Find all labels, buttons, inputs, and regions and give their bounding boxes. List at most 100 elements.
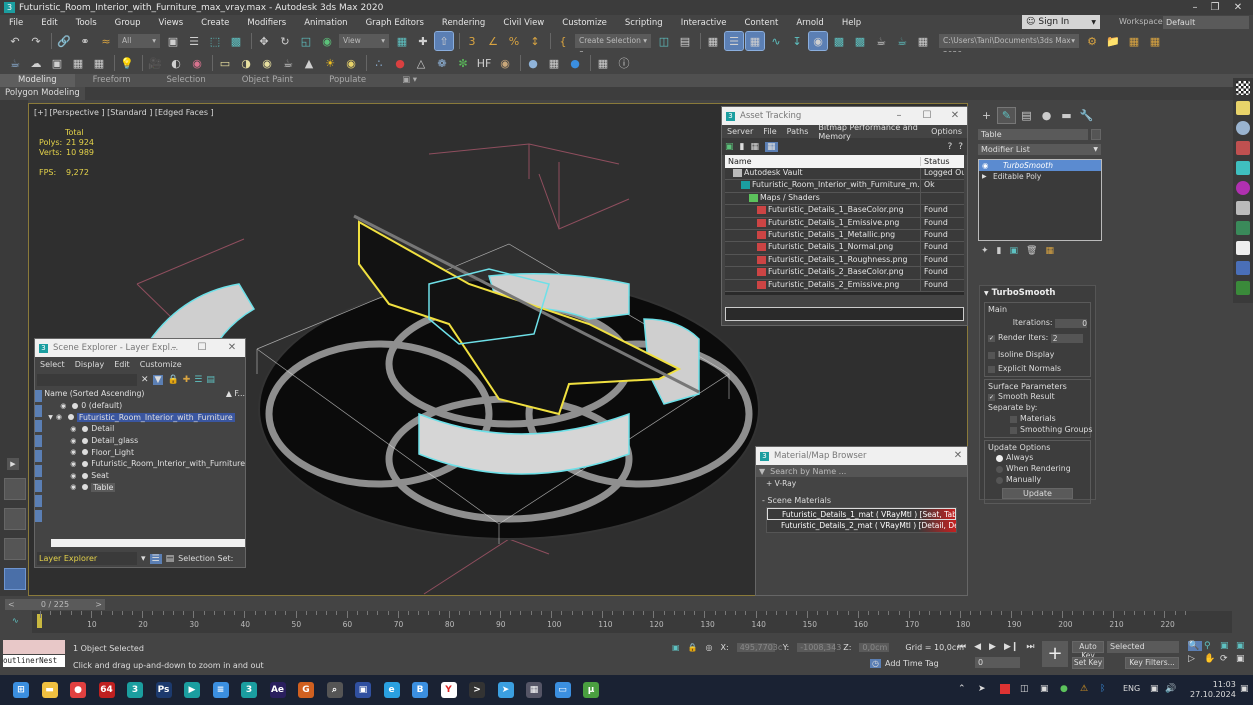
project-folder-icon[interactable]: 📁 bbox=[1104, 32, 1122, 50]
visibility-eye-icon[interactable]: ◉ bbox=[70, 460, 79, 468]
spinner-snap-icon[interactable]: ↕ bbox=[526, 32, 544, 50]
select-by-name-icon[interactable]: ☰ bbox=[185, 32, 203, 50]
network-icon[interactable]: ▣ bbox=[1150, 684, 1159, 694]
vray-fur-grass-icon[interactable]: ✼ bbox=[454, 54, 472, 72]
ref-coord-dropdown[interactable]: View ▾ bbox=[339, 34, 389, 48]
menu-help[interactable]: Help bbox=[833, 18, 870, 28]
vray-ambient-light-icon[interactable]: ◉ bbox=[342, 54, 360, 72]
taskbar-app-notepad-icon[interactable]: ≡ bbox=[212, 682, 229, 698]
asset-row[interactable]: Autodesk Vault Logged Ou bbox=[725, 168, 964, 181]
tab-freeform[interactable]: Freeform bbox=[75, 74, 149, 87]
material-search-input[interactable]: Search by Name ... bbox=[770, 467, 846, 476]
asset-row[interactable]: Maps / Shaders bbox=[725, 192, 964, 206]
language-indicator[interactable]: ENG bbox=[1123, 684, 1140, 693]
play-icon[interactable]: ▶ bbox=[989, 642, 996, 652]
tab-selection[interactable]: Selection bbox=[149, 74, 224, 87]
layout-tab-2[interactable] bbox=[4, 508, 26, 530]
vray-camera-icon[interactable]: ◉ bbox=[188, 54, 206, 72]
layout-tab-1[interactable] bbox=[4, 478, 26, 500]
vray-sun-icon[interactable]: ☀ bbox=[321, 54, 339, 72]
vray-proxy-icon[interactable]: ● bbox=[391, 54, 409, 72]
close-button[interactable]: ✕ bbox=[1223, 0, 1253, 15]
taskbar-app-start-icon[interactable]: ⊞ bbox=[13, 682, 29, 698]
close-button[interactable]: ✕ bbox=[946, 107, 964, 125]
column-name[interactable]: Name (Sorted Ascending) bbox=[44, 389, 144, 398]
unlink-icon[interactable]: ⚭ bbox=[76, 32, 94, 50]
schematic-view-icon[interactable]: ↧ bbox=[788, 32, 806, 50]
grid-sheet-icon[interactable]: ▦ bbox=[90, 54, 108, 72]
menu-paths[interactable]: Paths bbox=[782, 127, 814, 136]
ribbon-toggle-icon[interactable]: ▦ bbox=[745, 31, 765, 51]
percent-snap-icon[interactable]: % bbox=[505, 32, 523, 50]
visibility-eye-icon[interactable]: ◉ bbox=[70, 483, 79, 491]
scene-explorer-icon[interactable]: ▦ bbox=[704, 32, 722, 50]
redo-icon[interactable]: ↷ bbox=[27, 32, 45, 50]
refresh-icon[interactable]: ▣ bbox=[725, 142, 734, 152]
set-key-big-button[interactable]: + bbox=[1042, 641, 1068, 667]
stack-item-editable-poly[interactable]: ▶ Editable Poly bbox=[979, 171, 1101, 182]
menu-display[interactable]: Display bbox=[70, 360, 110, 369]
bluetooth-icon[interactable]: ᛒ bbox=[1100, 684, 1105, 694]
checker-icon[interactable] bbox=[1236, 81, 1250, 95]
mirror-icon[interactable]: ◫ bbox=[655, 32, 673, 50]
smooth-result-checkbox[interactable]: ✓ bbox=[988, 393, 995, 401]
menu-views[interactable]: Views bbox=[150, 18, 193, 28]
filter-helpers-icon[interactable] bbox=[35, 450, 43, 462]
asset-row[interactable]: Futuristic_Details_1_Metallic.png Found bbox=[725, 229, 964, 243]
vray-clipper-icon[interactable]: ❁ bbox=[433, 54, 451, 72]
recorder-tray-icon[interactable] bbox=[1000, 684, 1010, 694]
render-iters-checkbox[interactable]: ✓ bbox=[988, 334, 995, 342]
search-options-icon[interactable]: ▼ bbox=[759, 467, 765, 476]
make-unique-icon[interactable]: ▣ bbox=[1010, 246, 1019, 256]
key-filters-button[interactable]: Key Filters... bbox=[1125, 657, 1179, 669]
maximize-viewport-icon[interactable]: ▣ bbox=[1236, 654, 1250, 664]
scene-tree-item[interactable]: ◉ Table bbox=[44, 482, 245, 494]
asset-row[interactable]: Futuristic_Details_1_Roughness.png Found bbox=[725, 254, 964, 268]
utilities-tab-icon[interactable]: 🔧 bbox=[1078, 108, 1095, 123]
filter-lights-icon[interactable] bbox=[35, 420, 43, 432]
layer-toggle-icon[interactable]: ☰ bbox=[149, 553, 162, 564]
hierarchy-toggle-icon[interactable]: ▤ bbox=[166, 554, 175, 564]
time-tag-icon[interactable]: ◷ bbox=[870, 659, 881, 668]
vray-info-icon[interactable] bbox=[1236, 241, 1250, 255]
menu-group[interactable]: Group bbox=[106, 18, 150, 28]
telegram-tray-icon[interactable]: ➤ bbox=[978, 684, 986, 694]
menu-content[interactable]: Content bbox=[736, 18, 788, 28]
visibility-eye-icon[interactable]: ◉ bbox=[70, 425, 79, 433]
close-button[interactable]: ✕ bbox=[949, 447, 967, 465]
taskbar-app-3ds-max-active-icon[interactable]: 3 bbox=[241, 682, 257, 698]
workspace-dropdown[interactable]: Default bbox=[1163, 16, 1249, 29]
menu-edit[interactable]: Edit bbox=[32, 18, 66, 28]
create-tab-icon[interactable]: + bbox=[978, 108, 995, 123]
minimize-button[interactable]: – bbox=[165, 339, 183, 357]
render-iters-spinner[interactable]: 2 bbox=[1050, 333, 1083, 343]
vray-material-icon[interactable] bbox=[1236, 141, 1250, 155]
select-manipulate-icon[interactable]: ✚ bbox=[414, 32, 432, 50]
vray-light-icon[interactable] bbox=[1236, 101, 1250, 115]
snaps-toggle-icon[interactable]: 3 bbox=[463, 32, 481, 50]
zoom-extents-icon[interactable]: ▣ bbox=[1220, 641, 1234, 651]
taskbar-app-settings-icon[interactable]: ⌕ bbox=[326, 682, 343, 698]
display-tab-icon[interactable]: ▬ bbox=[1058, 108, 1075, 123]
motion-tab-icon[interactable]: ● bbox=[1038, 108, 1055, 123]
expand-arrow-icon[interactable]: ▶ bbox=[7, 458, 19, 470]
manually-radio[interactable] bbox=[996, 476, 1003, 484]
ribbon-options-button[interactable]: ▣ ▾ bbox=[384, 74, 435, 87]
select-object-icon[interactable]: ▣ bbox=[164, 32, 182, 50]
scene-tree-item[interactable]: ◉ Detail bbox=[44, 423, 245, 435]
vray-dome-light-icon[interactable]: ◑ bbox=[237, 54, 255, 72]
taskbar-app-file-explorer-icon[interactable]: ▬ bbox=[41, 682, 58, 698]
thumbnail-view-icon[interactable]: ▦ bbox=[750, 142, 759, 152]
taskbar-app-aida64-icon[interactable]: 64 bbox=[98, 682, 115, 698]
modify-tab-icon[interactable]: ✎ bbox=[997, 107, 1016, 124]
menu-animation[interactable]: Animation bbox=[295, 18, 356, 28]
help-context-icon[interactable]: ? bbox=[958, 142, 963, 152]
taskbar-app-yandex-icon[interactable]: Y bbox=[440, 682, 457, 698]
taskbar-app-gyroflow-icon[interactable]: G bbox=[298, 682, 314, 698]
close-button[interactable]: ✕ bbox=[223, 339, 241, 357]
project-path-dropdown[interactable]: C:\Users\Tani\Documents\3ds Max 2020▾ bbox=[939, 34, 1079, 59]
iterations-spinner[interactable]: 0 bbox=[1055, 318, 1087, 328]
material-item[interactable]: Futuristic_Details_1_mat ( VRayMtl ) [Se… bbox=[767, 508, 956, 520]
rendered-frame-icon[interactable]: ▩ bbox=[851, 32, 869, 50]
vray-decal-icon[interactable]: ◉ bbox=[496, 54, 514, 72]
